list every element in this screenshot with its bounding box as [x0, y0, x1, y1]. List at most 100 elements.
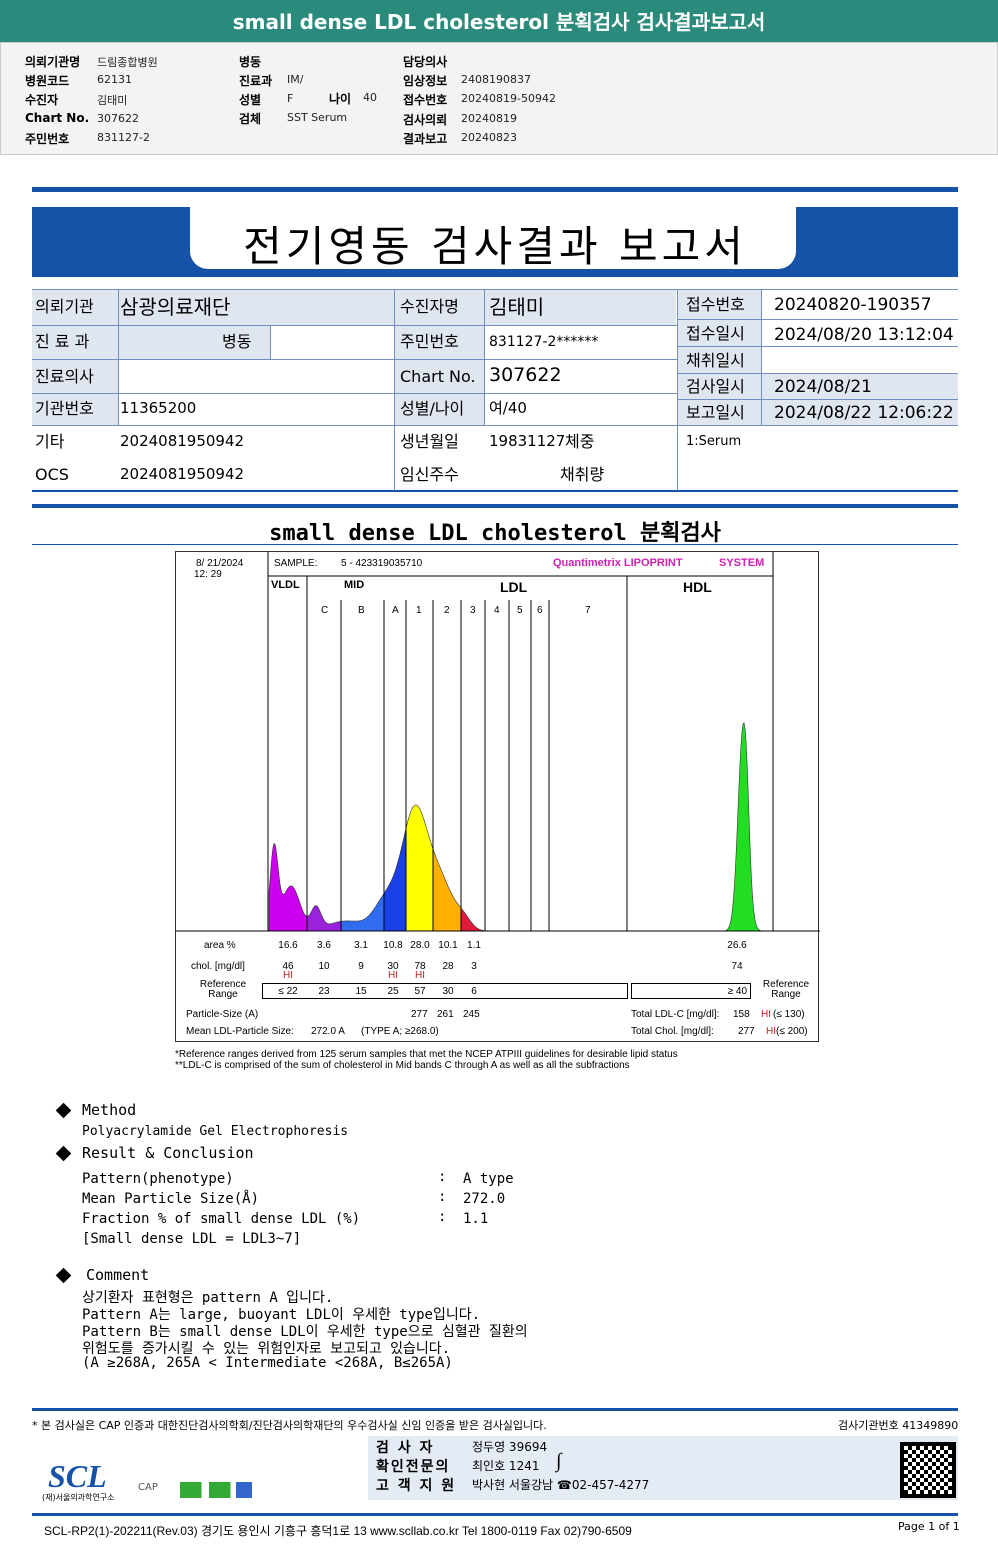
banner-title: 전기영동 검사결과 보고서	[243, 222, 747, 271]
accreditation-marks	[180, 1482, 252, 1498]
info-label: 병동	[239, 55, 262, 69]
result-value: A type	[463, 1171, 514, 1187]
table-birth: 19831127	[489, 432, 566, 450]
band-area-HDL	[725, 722, 762, 932]
particle-size-value: 261	[437, 1009, 454, 1020]
method-value: Polyacrylamide Gel Electrophoresis	[82, 1124, 349, 1139]
certification-note: * 본 검사실은 CAP 인증과 대한진단검사의학회/진단검사의학재단의 우수검…	[32, 1419, 547, 1432]
hi-flag: HI	[761, 1009, 771, 1020]
band-label: B	[358, 605, 365, 616]
area-value: 1.1	[467, 940, 481, 951]
band-label: 6	[537, 605, 543, 616]
comment-line: (A ≥268A, 265A < Intermediate <268A, B≤2…	[82, 1355, 453, 1371]
row-line	[677, 346, 958, 347]
divider	[32, 1513, 958, 1516]
logo-subtitle: (재)서울의과학연구소	[42, 1493, 115, 1502]
chol-value: 74	[731, 961, 743, 972]
info-label: 진료과	[239, 74, 273, 88]
band-area-VLDL	[268, 842, 308, 932]
total-chol-value: 277	[738, 1026, 755, 1037]
age-value: 40	[363, 91, 377, 104]
row-line	[32, 359, 677, 360]
divider	[32, 187, 958, 192]
table-birth-label: 생년월일	[400, 432, 459, 451]
result-value: 272.0	[463, 1191, 506, 1207]
col-line	[118, 289, 119, 425]
staff-role: 고 객 지 원	[376, 1478, 457, 1494]
table-inst-label: 의뢰기관	[35, 297, 94, 316]
brand-system: SYSTEM	[719, 557, 765, 569]
band-area-A	[383, 828, 407, 932]
result-value: 1.1	[463, 1211, 489, 1227]
table-id: 831127-2******	[489, 334, 599, 350]
area-value: 10.1	[438, 940, 458, 951]
staff-role: 검 사 자	[376, 1440, 435, 1456]
row-line	[32, 289, 677, 290]
group-label-LDL: LDL	[500, 579, 528, 595]
result-heading: Result & Conclusion	[82, 1144, 254, 1162]
page-number: Page 1 of 1	[898, 1520, 960, 1533]
info-label: 검사의뢰	[403, 113, 448, 127]
info-label: Chart No.	[25, 111, 90, 125]
col-line	[677, 289, 678, 490]
table-chart: 307622	[489, 364, 562, 386]
diamond-icon	[55, 1145, 72, 1162]
method-heading: Method	[82, 1101, 137, 1119]
info-value: 62131	[97, 73, 132, 86]
band-label: A	[392, 605, 399, 616]
band-label: 4	[494, 605, 500, 616]
row-line	[32, 490, 958, 492]
footnote: *Reference ranges derived from 125 serum…	[175, 1049, 678, 1060]
row-line	[677, 319, 958, 320]
info-label: 검체	[239, 112, 262, 126]
table-rep-label: 보고일시	[686, 403, 745, 422]
area-value: 3.6	[317, 940, 331, 951]
divider	[32, 544, 958, 545]
chart-time: 12: 29	[194, 569, 222, 580]
table-recv-label: 접수일시	[686, 324, 745, 343]
row-line	[677, 373, 958, 374]
result-label: Fraction % of small dense LDL (%)	[82, 1211, 361, 1227]
area-value: 26.6	[727, 940, 747, 951]
qr-code[interactable]	[900, 1442, 956, 1498]
band-area-1	[405, 804, 434, 932]
info-label: 결과보고	[403, 132, 448, 146]
info-value: 20240823	[461, 131, 517, 144]
band-label: C	[321, 605, 329, 616]
colon: :	[438, 1209, 447, 1225]
particle-size-value: 245	[463, 1009, 480, 1020]
ref-label: Reference Range	[199, 979, 247, 1000]
footnotes: *Reference ranges derived from 125 serum…	[175, 1049, 678, 1071]
info-value: IM/	[287, 73, 304, 86]
ref-box-ldl	[262, 983, 628, 999]
chol-value: 3	[471, 961, 477, 972]
table-recv_no: 20240820-190357	[774, 295, 932, 315]
staff-name: 정두영 39694	[472, 1440, 548, 1454]
hi-flag: HI	[283, 970, 293, 981]
row-line	[677, 289, 958, 290]
footnote: **LDL-C is comprised of the sum of chole…	[175, 1060, 630, 1071]
area-value: 16.6	[278, 940, 298, 951]
table-name-label: 수진자명	[400, 297, 459, 316]
report-banner: 전기영동 검사결과 보고서	[32, 207, 958, 277]
band-area-2	[432, 848, 462, 932]
address-line: SCL-RP2(1)-202211(Rev.03) 경기도 용인시 기흥구 흥덕…	[44, 1524, 632, 1538]
table-recv_no-label: 접수번호	[686, 295, 745, 314]
section-subtitle: small dense LDL cholesterol 분획검사	[269, 521, 721, 546]
table-preg-label: 임신주수	[400, 465, 459, 484]
table-chart-label: Chart No.	[400, 367, 476, 386]
chart-date: 8/ 21/2024	[196, 558, 244, 569]
row-line	[32, 325, 677, 326]
table-inst: 삼광의료재단	[120, 295, 231, 319]
col-line	[394, 289, 395, 490]
chol-value: 10	[318, 961, 330, 972]
total-ldl-value: 158	[733, 1009, 750, 1020]
area-label: area %	[204, 940, 236, 951]
result-note: [Small dense LDL = LDL3~7]	[82, 1231, 302, 1247]
total-chol-label: Total Chol. [mg/dl]:	[631, 1026, 714, 1037]
table-name: 김태미	[489, 295, 545, 319]
table-doc-label: 진료의사	[35, 367, 94, 386]
info-label: 수진자	[25, 93, 59, 107]
total-ldl-ref: (≤ 130)	[773, 1009, 805, 1020]
result-label: Mean Particle Size(Å)	[82, 1191, 260, 1207]
